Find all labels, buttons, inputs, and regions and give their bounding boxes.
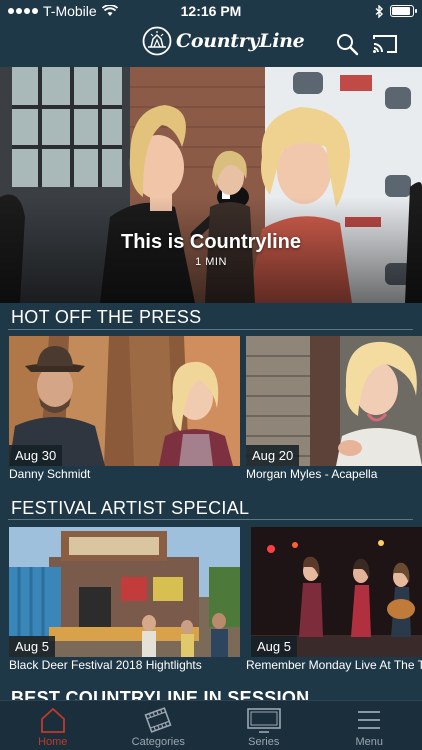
film-icon	[144, 707, 172, 733]
section-divider	[8, 519, 413, 520]
cast-button[interactable]	[371, 30, 399, 58]
video-caption[interactable]: Remember Monday Live At The Troubadour	[246, 658, 422, 672]
status-bar: T-Mobile 12:16 PM	[0, 0, 422, 22]
brand-logo[interactable]: CountryLine	[142, 26, 305, 56]
date-badge: Aug 30	[9, 445, 63, 466]
video-caption[interactable]: Black Deer Festival 2018 Hightlights	[9, 658, 240, 672]
tab-series[interactable]: Series	[211, 701, 317, 750]
cast-icon	[373, 35, 397, 53]
date-badge: Aug 5	[251, 636, 297, 657]
video-caption[interactable]: Danny Schmidt	[9, 467, 240, 481]
tab-menu[interactable]: Menu	[317, 701, 422, 750]
countryline-logo-icon	[142, 26, 172, 56]
carrier-label: T-Mobile	[43, 3, 97, 19]
hero-duration: 1 MIN	[195, 256, 227, 268]
search-button[interactable]	[333, 30, 361, 58]
brand-name: CountryLine	[176, 30, 305, 52]
date-badge: Aug 5	[9, 636, 55, 657]
hero-title[interactable]: This is Countryline	[0, 231, 422, 254]
tab-label: Menu	[355, 736, 384, 748]
video-card-black-deer-festival[interactable]: Aug 5	[9, 527, 240, 657]
video-card-danny-schmidt[interactable]: Aug 30	[9, 336, 240, 466]
home-icon	[40, 707, 65, 733]
tab-label: Series	[248, 736, 280, 748]
video-card-morgan-myles[interactable]: Aug 20	[246, 336, 422, 466]
section-title-hot-off-the-press: HOT OFF THE PRESS	[11, 307, 202, 327]
battery-icon	[390, 5, 417, 17]
app-header: CountryLine	[0, 22, 422, 66]
tab-label: Categories	[131, 736, 185, 748]
video-caption[interactable]: Morgan Myles - Acapella	[246, 467, 422, 481]
tab-label: Home	[38, 736, 68, 748]
signal-icon	[8, 8, 38, 14]
tab-bar: Home Categories Series Menu	[0, 700, 422, 750]
tab-categories[interactable]: Categories	[106, 701, 212, 750]
video-card-remember-monday[interactable]: Aug 5	[251, 527, 422, 657]
bluetooth-icon	[375, 4, 384, 18]
section-title-festival-artist-special: FESTIVAL ARTIST SPECIAL	[11, 498, 250, 518]
wifi-icon	[101, 5, 118, 16]
section-divider	[8, 329, 413, 330]
menu-icon	[358, 711, 381, 729]
search-icon	[337, 34, 359, 56]
date-badge: Aug 20	[246, 445, 300, 466]
tv-icon	[246, 708, 281, 733]
tab-home[interactable]: Home	[0, 701, 106, 750]
